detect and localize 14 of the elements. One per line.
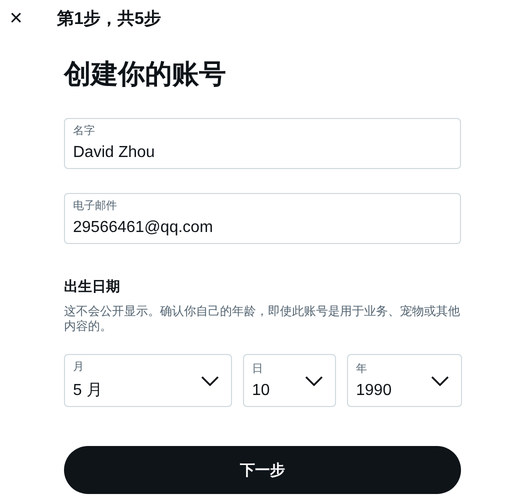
section-heading: 出生日期 (64, 278, 121, 296)
page-title: 创建你的账号 (64, 58, 227, 91)
dropdown-select[interactable]: 月 5 月 (64, 354, 232, 407)
chevron-down-icon (305, 376, 323, 386)
next-button[interactable]: 下一步 (64, 446, 461, 494)
dropdown-select[interactable]: 年 1990 (347, 354, 462, 407)
step-indicator: 第1步，共5步 (57, 8, 161, 30)
dropdown-select[interactable]: 日 10 (243, 354, 336, 407)
chevron-down-icon (431, 376, 449, 386)
text-field[interactable]: 电子邮件 29566461@qq.com (64, 193, 461, 244)
description-text: 这不会公开显示。确认你自己的年龄，即使此账号是用于业务、宠物或其他内容的。 (64, 304, 461, 334)
close-button[interactable]: × (6, 6, 26, 30)
text-field[interactable]: 名字 David Zhou (64, 118, 461, 169)
chevron-down-icon (201, 376, 219, 386)
